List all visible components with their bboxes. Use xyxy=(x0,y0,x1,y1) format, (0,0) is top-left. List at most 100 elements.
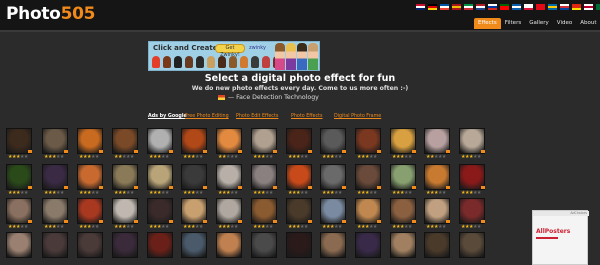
effect-thumbnail[interactable] xyxy=(147,232,173,258)
effect-badge-icon xyxy=(412,186,416,189)
effect-badge-icon xyxy=(446,150,450,153)
effect-thumbnail[interactable] xyxy=(424,232,450,258)
effect-rating: ★★★★★ xyxy=(288,224,308,230)
effect-badge-icon xyxy=(169,220,173,223)
flag-kr-icon[interactable] xyxy=(560,4,569,10)
effect-badge-icon xyxy=(273,220,277,223)
ad-link-photo-effects[interactable]: Photo Effects xyxy=(291,114,323,119)
effect-rating: ★★★★★ xyxy=(288,154,308,160)
effect-thumbnail[interactable] xyxy=(42,232,68,258)
main-nav: EffectsFiltersGalleryVideoAboutBlog xyxy=(474,18,600,29)
flag-se-icon[interactable] xyxy=(548,4,557,10)
effect-rating: ★★★★★ xyxy=(114,154,134,160)
effect-rating: ★★★★★ xyxy=(8,224,28,230)
effect-rating: ★★★★★ xyxy=(357,224,377,230)
effect-rating: ★★★★★ xyxy=(426,224,446,230)
effect-badge-icon xyxy=(169,186,173,189)
flag-es-icon[interactable] xyxy=(452,4,461,10)
flag-jp-icon[interactable] xyxy=(584,4,593,10)
flag-de-icon[interactable] xyxy=(428,4,437,10)
effect-thumbnail[interactable] xyxy=(390,232,416,258)
effect-badge-icon xyxy=(481,186,485,189)
flag-ar-icon[interactable] xyxy=(596,4,600,10)
flag-tr-icon[interactable] xyxy=(536,4,545,10)
effect-rating: ★★★★★ xyxy=(149,224,169,230)
allposters-ad[interactable]: AdChoices AllPosters xyxy=(532,210,589,265)
ad-link-free-photo-editing[interactable]: Free Photo Editing xyxy=(185,114,229,119)
effect-badge-icon xyxy=(64,150,68,153)
banner-characters xyxy=(275,43,318,70)
effect-badge-icon xyxy=(308,220,312,223)
effect-thumbnail[interactable] xyxy=(320,232,346,258)
effect-rating: ★★★★★ xyxy=(253,154,273,160)
effect-badge-icon xyxy=(273,186,277,189)
effect-rating: ★★★★★ xyxy=(218,190,238,196)
banner-get-zwinky-button[interactable]: Get Zwinky! xyxy=(215,44,245,58)
effect-rating: ★★★★★ xyxy=(44,154,64,160)
effect-rating: ★★★★★ xyxy=(79,190,99,196)
allposters-bar xyxy=(536,237,558,239)
effect-thumbnail[interactable] xyxy=(251,232,277,258)
nav-gallery[interactable]: Gallery xyxy=(525,18,553,29)
site-logo[interactable]: Photo505 xyxy=(6,4,95,24)
effect-badge-icon xyxy=(238,220,242,223)
effect-rating: ★★★★★ xyxy=(461,224,481,230)
nav-video[interactable]: Video xyxy=(553,18,576,29)
effect-badge-icon xyxy=(99,186,103,189)
effect-thumbnail[interactable] xyxy=(459,232,485,258)
page-subline: We do new photo effects every day. Come … xyxy=(191,85,409,92)
flag-uk-icon[interactable] xyxy=(416,4,425,10)
logo-text-505: 505 xyxy=(60,4,96,24)
effect-badge-icon xyxy=(238,186,242,189)
allposters-brand: AllPosters xyxy=(536,228,571,235)
ad-link-photo-edit-effects[interactable]: Photo Edit Effects xyxy=(236,114,278,119)
effect-thumbnail[interactable] xyxy=(216,232,242,258)
effect-rating: ★★★★★ xyxy=(392,224,412,230)
nav-about[interactable]: About xyxy=(576,18,600,29)
effect-rating: ★★★★★ xyxy=(392,190,412,196)
effect-badge-icon xyxy=(28,150,32,153)
effect-rating: ★★★★★ xyxy=(461,190,481,196)
effect-badge-icon xyxy=(446,186,450,189)
language-flags xyxy=(416,4,600,10)
effect-badge-icon xyxy=(377,220,381,223)
flag-nl-icon[interactable] xyxy=(476,4,485,10)
effect-badge-icon xyxy=(134,220,138,223)
effect-badge-icon xyxy=(273,150,277,153)
zwinky-banner-ad[interactable]: Click and Create! Get Zwinky! zwinky xyxy=(148,41,320,71)
flag-it-icon[interactable] xyxy=(464,4,473,10)
effect-rating: ★★★★★ xyxy=(8,154,28,160)
flag-pt-icon[interactable] xyxy=(500,4,509,10)
face-detection-line: — Face Detection Technology xyxy=(218,94,319,101)
effect-thumbnail[interactable] xyxy=(181,232,207,258)
effect-badge-icon xyxy=(134,150,138,153)
effect-rating: ★★★★★ xyxy=(322,190,342,196)
effect-rating: ★★★★★ xyxy=(44,224,64,230)
nav-filters[interactable]: Filters xyxy=(501,18,526,29)
flag-cn-icon[interactable] xyxy=(572,4,581,10)
nav-effects[interactable]: Effects xyxy=(474,18,501,29)
effect-rating: ★★★★★ xyxy=(357,154,377,160)
effect-badge-icon xyxy=(377,150,381,153)
effect-rating: ★★★★★ xyxy=(183,190,203,196)
flag-fr-icon[interactable] xyxy=(440,4,449,10)
effect-thumbnail[interactable] xyxy=(77,232,103,258)
flag-pl-icon[interactable] xyxy=(524,4,533,10)
effect-badge-icon xyxy=(481,220,485,223)
page-headline: Select a digital photo effect for fun xyxy=(204,73,396,84)
effect-badge-icon xyxy=(446,220,450,223)
effect-thumbnail[interactable] xyxy=(355,232,381,258)
flag-ru-icon[interactable] xyxy=(488,4,497,10)
effect-thumbnail[interactable] xyxy=(6,232,32,258)
effect-rating: ★★★★★ xyxy=(114,224,134,230)
flag-gr-icon[interactable] xyxy=(512,4,521,10)
ad-choices-label[interactable]: AdChoices xyxy=(533,211,589,216)
ad-link-digital-photo-frame[interactable]: Digital Photo Frame xyxy=(334,114,381,119)
ads-by-google-label[interactable]: Ads by Google xyxy=(148,114,187,119)
effect-thumbnail[interactable] xyxy=(112,232,138,258)
effect-thumbnail[interactable] xyxy=(286,232,312,258)
effect-badge-icon xyxy=(203,220,207,223)
effect-badge-icon xyxy=(308,150,312,153)
effect-rating: ★★★★★ xyxy=(461,154,481,160)
effect-rating: ★★★★★ xyxy=(183,224,203,230)
